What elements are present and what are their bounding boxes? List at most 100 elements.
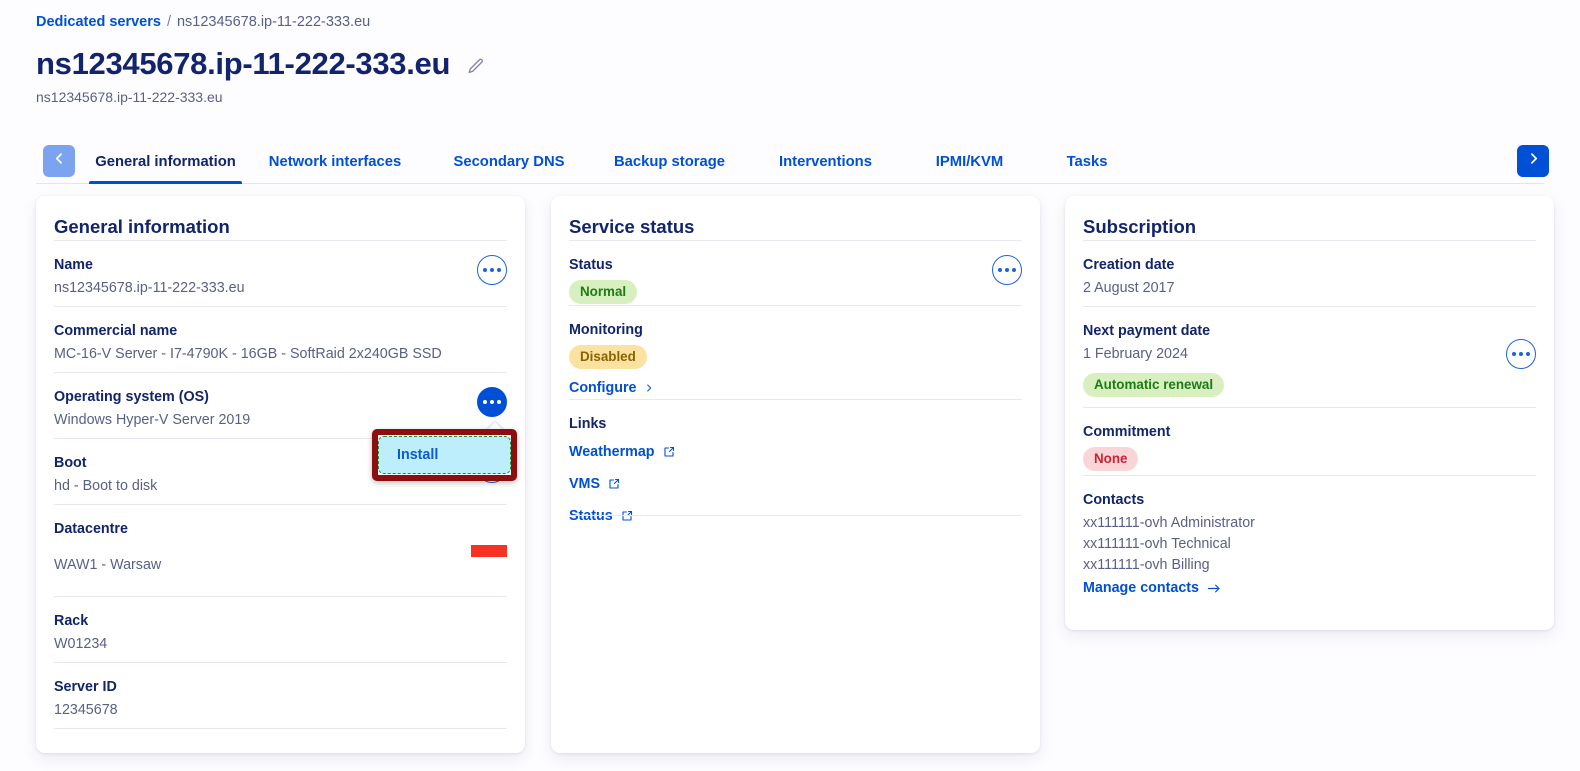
breadcrumb-root-link[interactable]: Dedicated servers xyxy=(36,12,161,32)
row-commercial-name: Commercial name MC-16-V Server - I7-4790… xyxy=(54,306,507,372)
row-label: Operating system (OS) xyxy=(54,389,209,405)
configure-link-label: Configure xyxy=(569,380,637,396)
tab-label: Tasks xyxy=(1066,154,1108,170)
row-value: 12345678 xyxy=(54,702,118,718)
row-label: Commercial name xyxy=(54,323,178,339)
row-value: 2 August 2017 xyxy=(1083,280,1175,296)
row-value: Windows Hyper-V Server 2019 xyxy=(54,412,251,428)
service-status-card: Service status Status Normal Monitoring … xyxy=(551,196,1040,753)
dot xyxy=(490,268,494,272)
external-link-icon xyxy=(608,478,620,490)
pencil-icon[interactable] xyxy=(466,53,485,76)
row-bottom-divider xyxy=(54,728,507,729)
dot xyxy=(497,268,501,272)
contact-billing: xx111111-ovh Billing xyxy=(1083,557,1210,573)
chevron-left-icon xyxy=(53,152,66,170)
status-badge: Normal xyxy=(569,280,638,304)
tabs-next-button[interactable] xyxy=(1517,145,1549,177)
subscription-card: Subscription Creation date 2 August 2017… xyxy=(1065,196,1554,630)
row-next-payment-date: Next payment date 1 February 2024 Automa… xyxy=(1083,306,1536,407)
row-status: Status Normal xyxy=(569,240,1022,305)
dot xyxy=(483,268,487,272)
row-label: Next payment date xyxy=(1083,323,1211,339)
tab-secondary-dns[interactable]: Secondary DNS xyxy=(428,140,590,184)
row-links: Links Weathermap VMS Status xyxy=(569,399,1022,524)
tabs-previous-button[interactable] xyxy=(43,145,75,177)
flag-stripe-white xyxy=(471,533,507,545)
external-link-icon xyxy=(621,510,633,522)
subscription-card-title: Subscription xyxy=(1083,216,1197,237)
tab-label: Secondary DNS xyxy=(453,154,565,170)
tab-ipmi-kvm[interactable]: IPMI/KVM xyxy=(902,140,1037,184)
tab-label: IPMI/KVM xyxy=(935,154,1004,170)
breadcrumb: Dedicated servers / ns12345678.ip-11-222… xyxy=(36,12,370,32)
tab-bar: General information Network interfaces S… xyxy=(0,140,1580,184)
link-label: Weathermap xyxy=(569,444,655,460)
breadcrumb-separator: / xyxy=(166,14,171,30)
row-creation-date: Creation date 2 August 2017 xyxy=(1083,240,1536,306)
chevron-right-icon xyxy=(1527,152,1540,170)
page-title-row: ns12345678.ip-11-222-333.eu xyxy=(36,44,485,84)
row-server-id: Server ID 12345678 xyxy=(54,662,507,728)
tab-tasks[interactable]: Tasks xyxy=(1037,140,1137,184)
link-vms[interactable]: VMS xyxy=(569,474,1022,494)
install-menu-item[interactable]: Install xyxy=(378,436,511,474)
row-monitoring: Monitoring Disabled Configure xyxy=(569,305,1022,399)
link-weathermap[interactable]: Weathermap xyxy=(569,442,1022,462)
row-value: WAW1 - Warsaw xyxy=(54,557,162,573)
page-subtitle: ns12345678.ip-11-222-333.eu xyxy=(36,89,223,105)
manage-contacts-label: Manage contacts xyxy=(1083,580,1199,596)
monitoring-badge: Disabled xyxy=(569,345,647,369)
subscription-actions-button[interactable] xyxy=(1506,339,1536,369)
commitment-badge: None xyxy=(1083,447,1139,471)
row-value: 1 February 2024 xyxy=(1083,346,1188,362)
row-datacentre: Datacentre WAW1 - Warsaw xyxy=(54,504,507,596)
tab-backup-storage[interactable]: Backup storage xyxy=(590,140,749,184)
row-label: Name xyxy=(54,257,93,273)
row-label: Commitment xyxy=(1083,424,1171,440)
arrow-right-icon xyxy=(1207,583,1221,594)
install-menu-item-label: Install xyxy=(397,447,439,463)
tab-interventions[interactable]: Interventions xyxy=(749,140,902,184)
row-name: Name ns12345678.ip-11-222-333.eu xyxy=(54,240,507,306)
row-label: Creation date xyxy=(1083,257,1175,273)
row-contacts: Contacts xx111111-ovh Administrator xx11… xyxy=(1083,475,1536,596)
link-status[interactable]: Status xyxy=(569,506,1022,526)
row-bottom-divider xyxy=(569,515,1022,516)
chevron-right-icon xyxy=(645,382,653,394)
links-list: Weathermap VMS Status xyxy=(569,442,1022,526)
tab-list: General information Network interfaces S… xyxy=(89,140,1137,184)
renewal-badge: Automatic renewal xyxy=(1083,373,1225,397)
configure-link[interactable]: Configure xyxy=(569,378,653,398)
dot xyxy=(1526,352,1530,356)
row-rack: Rack W01234 xyxy=(54,596,507,662)
dot xyxy=(1012,268,1016,272)
tab-general-information[interactable]: General information xyxy=(89,140,242,184)
row-commitment: Commitment None xyxy=(1083,407,1536,475)
row-value: ns12345678.ip-11-222-333.eu xyxy=(54,280,245,296)
breadcrumb-current: ns12345678.ip-11-222-333.eu xyxy=(176,14,371,30)
dot xyxy=(497,400,501,404)
row-label: Links xyxy=(569,416,607,432)
general-information-card-title: General information xyxy=(54,216,230,237)
dot xyxy=(490,400,494,404)
name-actions-button[interactable] xyxy=(477,255,507,285)
tab-network-interfaces[interactable]: Network interfaces xyxy=(242,140,428,184)
contact-technical: xx111111-ovh Technical xyxy=(1083,536,1231,552)
status-actions-button[interactable] xyxy=(992,255,1022,285)
service-status-card-title: Service status xyxy=(569,216,695,237)
row-label: Monitoring xyxy=(569,322,643,338)
page-title: ns12345678.ip-11-222-333.eu xyxy=(36,46,451,81)
contact-administrator: xx111111-ovh Administrator xyxy=(1083,515,1255,531)
dot xyxy=(1512,352,1516,356)
flag-stripe-red xyxy=(471,545,507,557)
row-label: Datacentre xyxy=(54,521,128,537)
external-link-icon xyxy=(663,446,675,458)
row-label: Status xyxy=(569,257,613,273)
tab-label: Interventions xyxy=(779,154,872,170)
operating-system-actions-button[interactable] xyxy=(477,387,507,417)
manage-contacts-link[interactable]: Manage contacts xyxy=(1083,578,1221,598)
dot xyxy=(1005,268,1009,272)
row-value: MC-16-V Server - I7-4790K - 16GB - SoftR… xyxy=(54,346,442,362)
tab-label: General information xyxy=(95,154,236,170)
